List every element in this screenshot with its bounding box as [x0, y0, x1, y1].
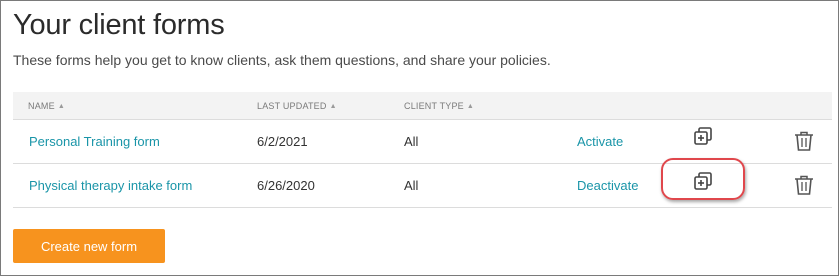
- client-type-value: All: [404, 134, 419, 149]
- column-header-client-type[interactable]: CLIENT TYPE ▲︎: [404, 101, 474, 111]
- form-name-link[interactable]: Personal Training form: [29, 134, 160, 149]
- activate-link[interactable]: Activate: [577, 134, 623, 149]
- trash-icon[interactable]: [791, 172, 817, 198]
- table-row: Physical therapy intake form 6/26/2020 A…: [13, 164, 832, 208]
- duplicate-icon[interactable]: [691, 169, 717, 195]
- page-subtitle: These forms help you get to know clients…: [13, 52, 551, 68]
- create-new-form-button[interactable]: Create new form: [13, 229, 165, 263]
- table-header: NAME ▲︎ LAST UPDATED ▲︎ CLIENT TYPE ▲︎: [13, 92, 832, 120]
- client-forms-panel: Your client forms These forms help you g…: [0, 0, 839, 276]
- sort-icon: ▲︎: [466, 103, 475, 110]
- sort-icon: ▲︎: [329, 103, 337, 110]
- forms-table: NAME ▲︎ LAST UPDATED ▲︎ CLIENT TYPE ▲︎ Pers…: [13, 92, 832, 208]
- client-type-value: All: [404, 178, 419, 193]
- table-row: Personal Training form 6/2/2021 All Acti…: [13, 120, 832, 164]
- sort-icon: ▲︎: [57, 103, 65, 110]
- duplicate-icon[interactable]: [691, 124, 717, 150]
- trash-icon[interactable]: [791, 128, 817, 154]
- column-header-name[interactable]: NAME ▲︎: [28, 101, 65, 111]
- last-updated-value: 6/2/2021: [257, 134, 308, 149]
- deactivate-link[interactable]: Deactivate: [577, 178, 638, 193]
- form-name-link[interactable]: Physical therapy intake form: [29, 178, 192, 193]
- last-updated-value: 6/26/2020: [257, 178, 315, 193]
- column-header-last-updated[interactable]: LAST UPDATED ▲︎: [257, 101, 337, 111]
- page-title: Your client forms: [13, 9, 225, 41]
